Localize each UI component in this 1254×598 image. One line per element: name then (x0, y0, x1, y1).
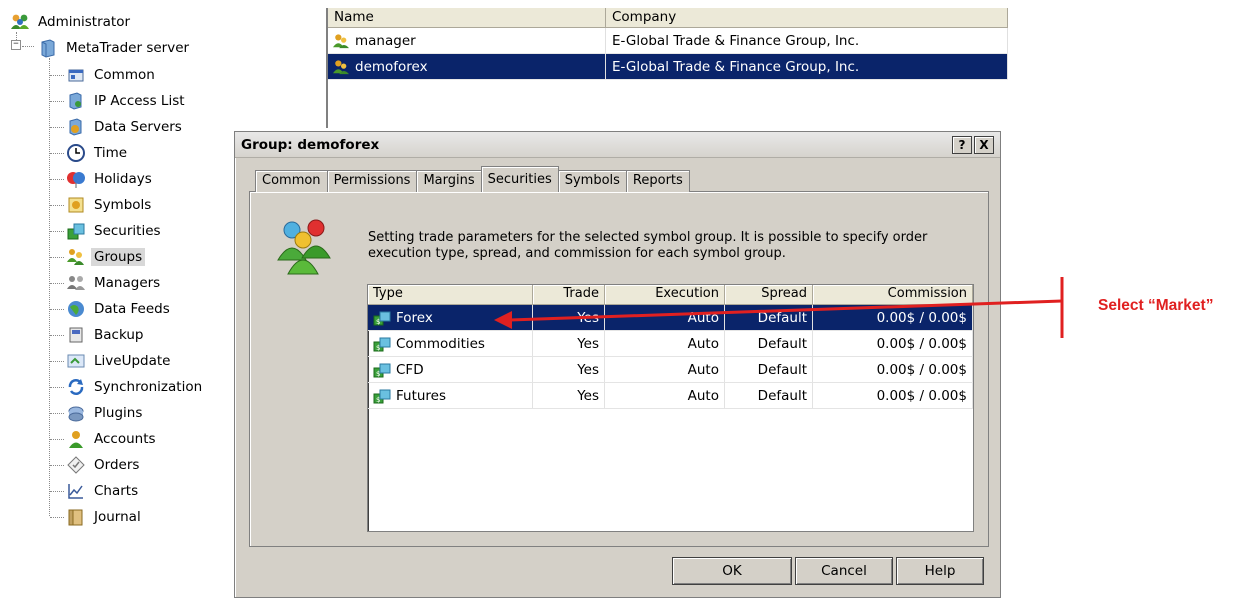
tab-securities[interactable]: Securities (480, 166, 559, 192)
annotation-label: Select “Market” (1098, 297, 1214, 314)
annotation-arrow (494, 277, 1064, 338)
arrowhead-icon (494, 311, 512, 329)
